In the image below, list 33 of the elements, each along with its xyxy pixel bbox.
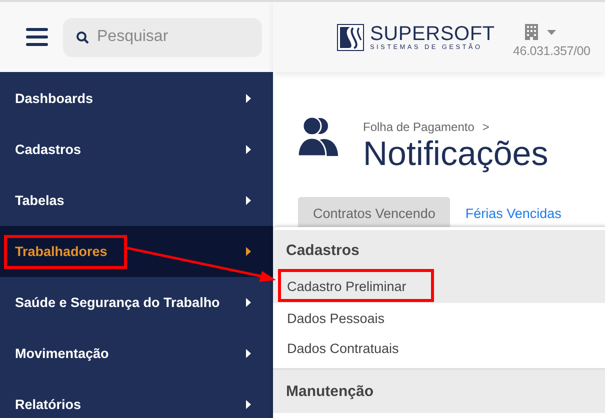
chevron-icon [246,298,251,307]
logo-icon [337,24,364,50]
sidebar-item[interactable]: Relatórios [0,379,273,418]
sidebar-item[interactable]: Tabelas [0,175,273,226]
page-title: Notificações [363,134,548,174]
sidebar-item[interactable]: Movimentação [0,328,273,379]
company-document: 46.031.357/00 [512,44,590,58]
chevron-icon [246,349,251,358]
users-icon [298,116,338,156]
submenu-section-header: Cadastros [273,230,605,270]
sidebar-item[interactable]: Cadastros [0,124,273,175]
chevron-icon [246,94,251,103]
sidebar-item[interactable]: Dashboards [0,73,273,124]
building-icon[interactable] [524,24,538,40]
tab[interactable]: Contratos Vencendo [298,197,450,229]
sidebar-item[interactable]: Trabalhadores [0,226,273,277]
chevron-icon [246,145,251,154]
chevron-icon [246,247,251,256]
breadcrumb-link[interactable]: Folha de Pagamento [363,120,474,134]
sidebar-item[interactable]: Saúde e Segurança do Trabalho [0,277,273,328]
submenu-item[interactable]: Cadastro Preliminar [273,270,605,303]
search-icon [76,30,89,44]
brand-name: SUPERSOFT [370,24,495,44]
submenu-item[interactable]: Dados Contratuais [273,333,605,363]
submenu-section-header: Manutenção [273,370,605,413]
search-field[interactable]: Pesquisar [63,18,262,56]
caret-icon[interactable] [546,30,556,34]
tab[interactable]: Férias Vencidas [450,197,576,229]
chevron-icon [246,196,251,205]
chevron-icon [246,400,251,409]
breadcrumb-separator: > [482,120,490,134]
menu-icon[interactable] [26,27,48,47]
submenu-item[interactable]: Dados Pessoais [273,303,605,333]
